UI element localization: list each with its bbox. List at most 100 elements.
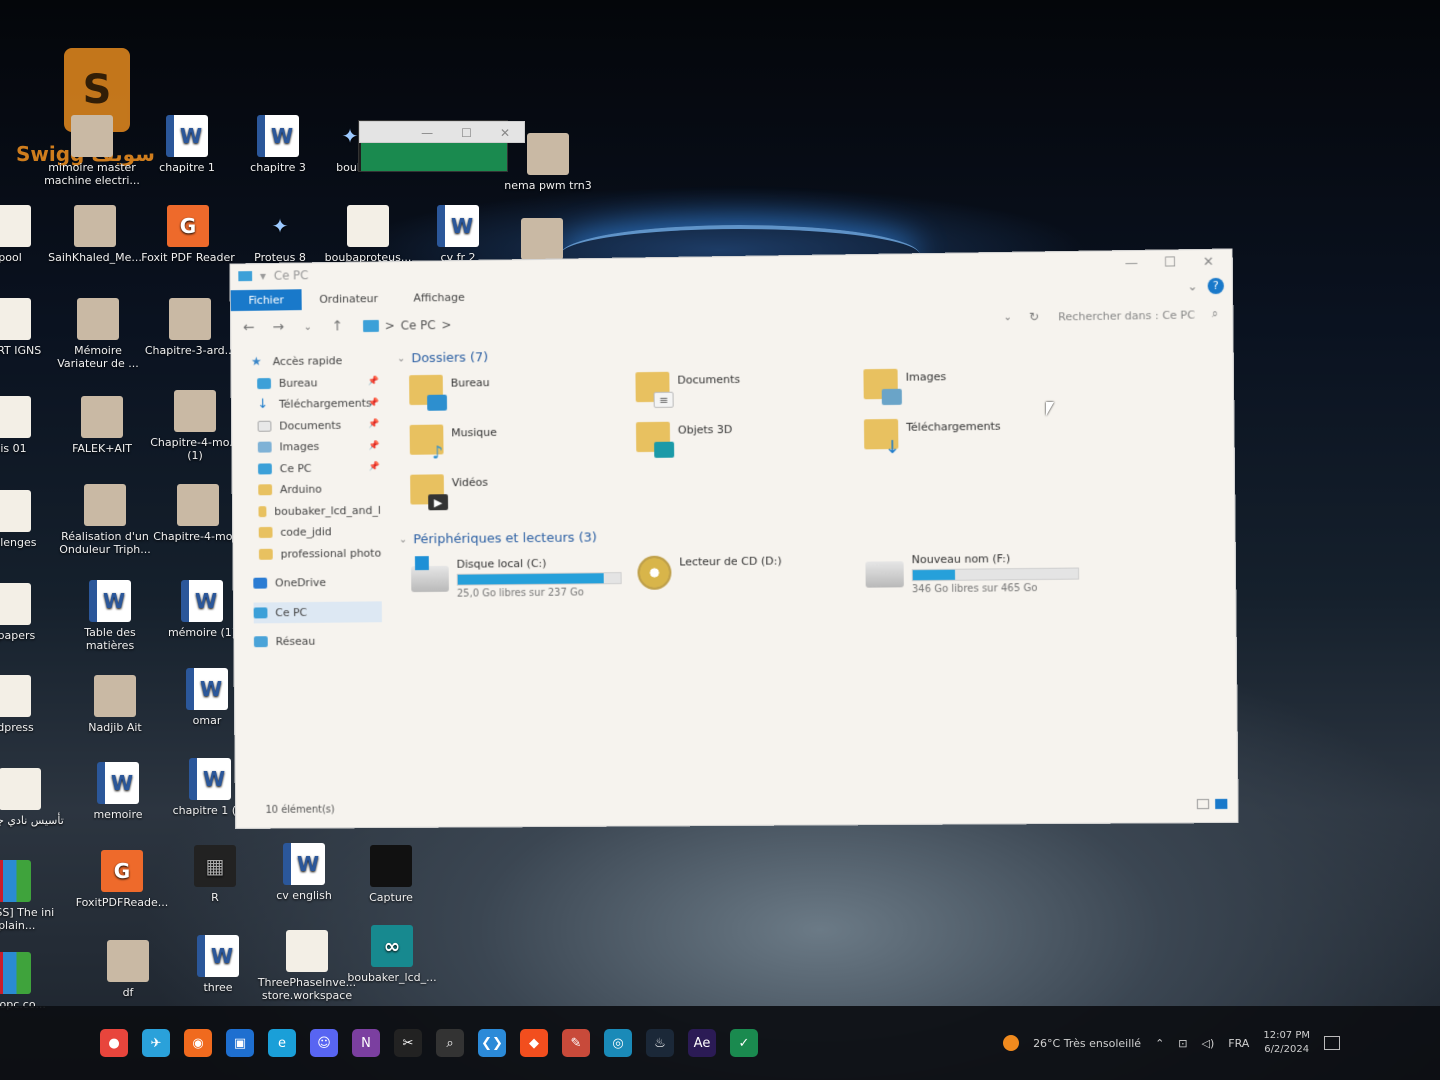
desktop-icon[interactable]: تأسيس نادي جمعية: [0, 768, 70, 827]
desktop-icon[interactable]: FALEK+AIT: [52, 396, 152, 455]
collapse-chevron-icon[interactable]: ⌄: [397, 353, 405, 364]
desktop-icon[interactable]: Wmemoire: [68, 762, 168, 821]
back-arrow-icon[interactable]: ←: [239, 320, 259, 336]
floating-app-window[interactable]: — ☐ ✕: [358, 120, 508, 172]
nav-pinned-item[interactable]: ↓ Téléchargements 📌: [251, 393, 379, 416]
forward-arrow-icon[interactable]: →: [268, 319, 288, 335]
nav-pinned-item[interactable]: Bureau 📌: [251, 371, 379, 394]
chrome-icon[interactable]: ●: [100, 1029, 128, 1057]
tab-fichier[interactable]: Fichier: [231, 289, 302, 311]
greenapp-icon[interactable]: ✓: [730, 1029, 758, 1057]
figma-icon[interactable]: ◆: [520, 1029, 548, 1057]
discord-icon[interactable]: ☺: [310, 1029, 338, 1057]
folder-tile[interactable]: ♪ Musique: [410, 422, 637, 471]
desktop-icon[interactable]: nis 01: [0, 396, 60, 455]
nav-quick-access[interactable]: ★ Accès rapide: [251, 350, 379, 373]
desktop-icon[interactable]: Wcv english: [254, 843, 354, 902]
desktop-icon[interactable]: G FoxitPDFReade...: [72, 850, 172, 909]
folder-tile[interactable]: Images: [863, 366, 1093, 415]
desktop-icon[interactable]: mimoire master machine electri...: [42, 115, 142, 187]
pin-icon[interactable]: 📌: [369, 398, 380, 408]
desktop-icon[interactable]: hallenges: [0, 490, 60, 549]
desktop-icon[interactable]: Wchapitre 1: [137, 115, 237, 174]
quick-access-toolbar-icon[interactable]: ▾: [260, 269, 266, 283]
folder-tile[interactable]: Objets 3D: [636, 419, 864, 468]
tab-affichage[interactable]: Affichage: [396, 286, 483, 308]
steam-icon[interactable]: ♨: [646, 1029, 674, 1057]
nav-recent-folder[interactable]: boubaker_lcd_and_l: [252, 499, 380, 522]
refresh-icon[interactable]: ↻: [1026, 310, 1042, 324]
nav-network[interactable]: Réseau: [254, 630, 382, 653]
firefox-icon[interactable]: ◉: [184, 1029, 212, 1057]
tab-ordinateur[interactable]: Ordinateur: [301, 287, 395, 309]
drive-tile[interactable]: Lecteur de CD (D:): [637, 554, 866, 606]
weather-text[interactable]: 26°C Très ensoleillé: [1033, 1037, 1141, 1050]
minimize-button[interactable]: —: [1116, 255, 1147, 271]
desktop-icon[interactable]: G Foxit PDF Reader: [138, 205, 238, 264]
clock[interactable]: 12:07 PM 6/2/2024: [1263, 1029, 1310, 1057]
desktop-icon[interactable]: W Table des matières: [60, 580, 160, 652]
up-arrow-icon[interactable]: ↑: [327, 318, 347, 334]
recent-locations-chevron-icon[interactable]: ⌄: [298, 321, 318, 332]
nav-pinned-item[interactable]: Images 📌: [252, 435, 380, 458]
details-view-icon[interactable]: [1197, 799, 1209, 809]
nav-pinned-item[interactable]: Documents 📌: [252, 414, 380, 437]
onenote-icon[interactable]: N: [352, 1029, 380, 1057]
browser-icon[interactable]: ◎: [604, 1029, 632, 1057]
desktop-icon[interactable]: boubaproteus...: [318, 205, 418, 264]
language-indicator[interactable]: FRA: [1228, 1037, 1249, 1050]
desktop-icon[interactable]: SaihKhaled_Me...: [45, 205, 145, 264]
desktop-icon[interactable]: Réalisation d'un Onduleur Triph...: [55, 484, 155, 556]
desktop-icon[interactable]: Chapitre-3-ard...: [140, 298, 240, 357]
nav-recent-folder[interactable]: code_jdid: [253, 521, 381, 544]
search-box[interactable]: Rechercher dans : Ce PC ⌕: [1052, 303, 1224, 328]
expand-ribbon-icon[interactable]: ⌄: [1187, 279, 1197, 293]
drive-tile[interactable]: Nouveau nom (F:) 346 Go libres sur 465 Go: [865, 551, 1095, 603]
help-icon[interactable]: ?: [1208, 278, 1224, 294]
close-button[interactable]: ✕: [1193, 254, 1224, 270]
desktop-icon[interactable]: df: [78, 940, 178, 999]
network-tray-icon[interactable]: ⊡: [1178, 1037, 1187, 1050]
large-icons-view-icon[interactable]: [1215, 799, 1227, 809]
after-effects-icon[interactable]: Ae: [688, 1029, 716, 1057]
capcut-icon[interactable]: ✂: [394, 1029, 422, 1057]
nav-onedrive[interactable]: OneDrive: [253, 572, 381, 595]
folder-tile[interactable]: ↓ Téléchargements: [864, 416, 1094, 465]
maximize-icon[interactable]: ☐: [461, 126, 472, 138]
nav-recent-folder[interactable]: professional photo: [253, 542, 381, 565]
pin-icon[interactable]: 📌: [369, 462, 380, 472]
desktop-icon[interactable]: ordpress: [0, 675, 60, 734]
show-hidden-icons-chevron-icon[interactable]: ⌃: [1155, 1037, 1164, 1050]
edge-icon[interactable]: e: [268, 1029, 296, 1057]
store-icon[interactable]: ▣: [226, 1029, 254, 1057]
desktop-icon[interactable]: ▦ R: [165, 845, 265, 904]
pin-icon[interactable]: 📌: [369, 420, 380, 430]
pin-icon[interactable]: 📌: [368, 377, 379, 387]
desktop-icon[interactable]: ✦ Proteus 8: [230, 205, 330, 264]
minimize-icon[interactable]: —: [421, 126, 433, 138]
folder-tile[interactable]: ≡ Documents: [635, 369, 863, 418]
search-icon[interactable]: ⌕: [436, 1029, 464, 1057]
notifications-icon[interactable]: [1324, 1036, 1340, 1050]
paint-icon[interactable]: ✎: [562, 1029, 590, 1057]
folder-tile[interactable]: Bureau: [409, 372, 636, 421]
desktop-icon[interactable]: Capture: [341, 845, 441, 904]
desktop-icon[interactable]: ACCESS] The ini Explain...: [0, 860, 60, 932]
nav-pinned-item[interactable]: Ce PC 📌: [252, 457, 380, 480]
vscode-icon[interactable]: ❮❯: [478, 1029, 506, 1057]
address-dropdown-icon[interactable]: ⌄: [1000, 311, 1016, 322]
address-bar[interactable]: > Ce PC >: [357, 306, 990, 337]
folder-tile[interactable]: ▶ Vidéos: [410, 472, 637, 520]
collapse-chevron-icon[interactable]: ⌄: [399, 534, 407, 545]
maximize-button[interactable]: ☐: [1155, 255, 1186, 271]
desktop-icon[interactable]: Nadjib Ait: [65, 675, 165, 734]
nav-this-pc[interactable]: Ce PC: [254, 601, 382, 624]
desktop-icon[interactable]: Wthree: [168, 935, 268, 994]
weather-sun-icon[interactable]: [1003, 1035, 1019, 1051]
desktop-icon[interactable]: etintopc.co...: [0, 952, 60, 1011]
volume-icon[interactable]: ◁): [1202, 1037, 1215, 1050]
desktop-icon[interactable]: Mémoire Variateur de ...: [48, 298, 148, 370]
drive-tile[interactable]: Disque local (C:) 25,0 Go libres sur 237 …: [411, 556, 638, 608]
close-icon[interactable]: ✕: [500, 126, 510, 138]
breadcrumb-ce-pc[interactable]: Ce PC: [401, 318, 436, 332]
